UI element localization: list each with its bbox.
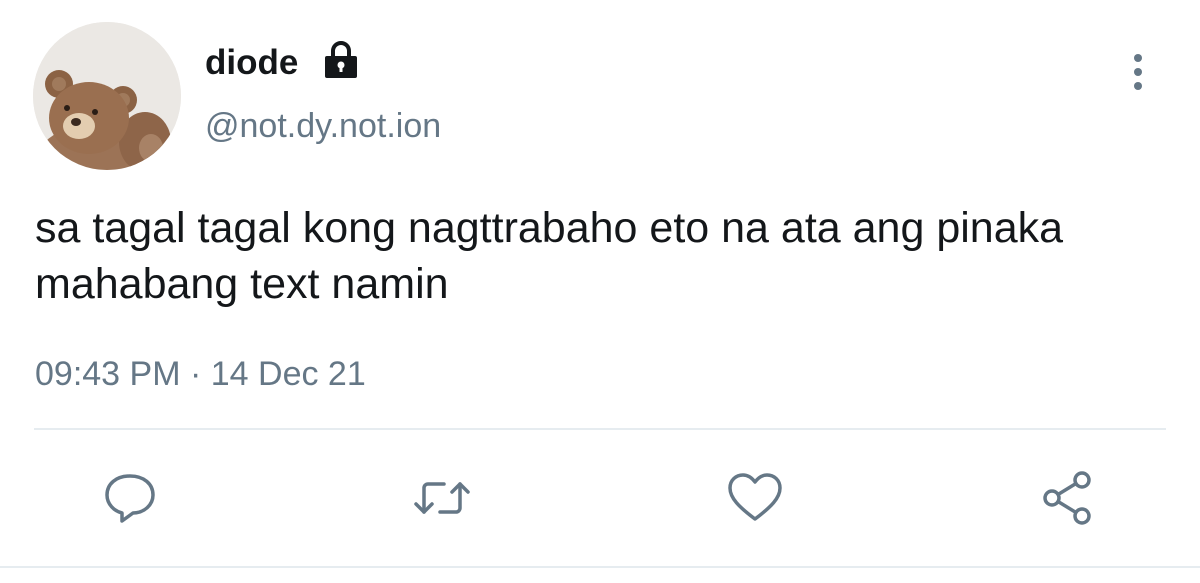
divider — [34, 428, 1166, 430]
more-vertical-icon[interactable] — [1124, 50, 1152, 94]
display-name[interactable]: diode — [205, 41, 298, 85]
share-icon — [1043, 471, 1091, 525]
teddy-bear-icon — [33, 22, 181, 170]
avatar[interactable] — [33, 22, 181, 170]
user-handle[interactable]: @not.dy.not.ion — [205, 104, 441, 148]
bottom-divider — [0, 566, 1200, 568]
share-button[interactable] — [1038, 468, 1098, 528]
tweet-card: diode @not.dy.not.ion sa tagal tagal kon… — [0, 0, 1200, 583]
tweet-text: sa tagal tagal kong nagttrabaho eto na a… — [35, 204, 1064, 308]
heart-icon — [728, 473, 782, 521]
reply-button[interactable] — [100, 468, 160, 528]
tweet-timestamp[interactable]: 09:43 PM · 14 Dec 21 — [35, 352, 366, 396]
reply-icon — [105, 474, 155, 523]
like-button[interactable] — [725, 468, 785, 528]
retweet-button[interactable] — [412, 468, 472, 528]
lock-icon — [325, 41, 357, 78]
retweet-icon — [414, 482, 470, 514]
